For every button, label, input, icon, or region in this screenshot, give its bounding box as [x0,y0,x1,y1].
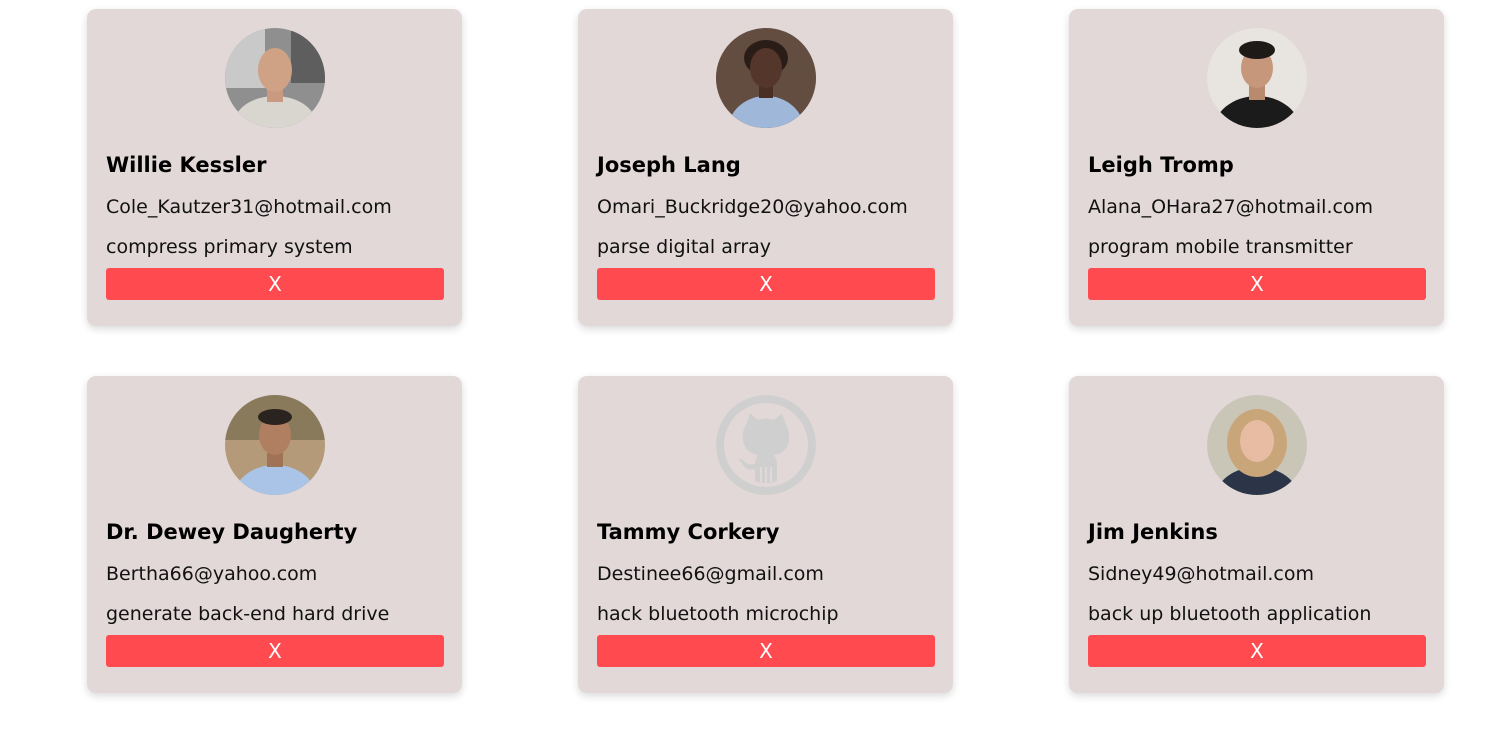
user-name: Dr. Dewey Daugherty [106,520,358,544]
github-icon [715,395,816,495]
avatar-photo [1206,395,1307,495]
user-card: Dr. Dewey Daugherty Bertha66@yahoo.com g… [87,376,462,693]
user-email: Omari_Buckridge20@yahoo.com [597,196,908,218]
user-name: Willie Kessler [106,153,267,177]
user-card-grid: X X X [87,0,1444,693]
user-email: Cole_Kautzer31@hotmail.com [106,196,392,218]
user-email: Bertha66@yahoo.com [106,563,318,585]
user-description: back up bluetooth application [1088,603,1372,625]
avatar-photo [715,28,816,128]
user-email: Alana_OHara27@hotmail.com [1088,196,1374,218]
user-name: Joseph Lang [597,153,741,177]
avatar-photo [1206,28,1307,128]
user-description: compress primary system [106,236,353,258]
user-card: Jim Jenkins Sidney49@hotmail.com back up… [1069,376,1444,693]
user-card: Joseph Lang Omari_Buckridge20@yahoo.com … [578,9,953,326]
user-name: Jim Jenkins [1088,520,1218,544]
user-description: parse digital array [597,236,772,258]
user-card: Leigh Tromp Alana_OHara27@hotmail.com pr… [1069,9,1444,326]
avatar-photo [224,395,325,495]
user-name: Leigh Tromp [1088,153,1234,177]
user-description: program mobile transmitter [1088,236,1353,258]
delete-button[interactable]: X [597,268,935,300]
delete-button[interactable]: X [106,268,444,300]
delete-button[interactable]: X [1088,635,1426,667]
user-name: Tammy Corkery [597,520,780,544]
delete-button[interactable]: X [597,635,935,667]
user-email: Destinee66@gmail.com [597,563,824,585]
delete-button[interactable]: X [106,635,444,667]
avatar-photo [224,28,325,128]
user-card-list-page: X X X [0,0,1487,737]
user-email: Sidney49@hotmail.com [1088,563,1314,585]
user-description: generate back-end hard drive [106,603,390,625]
user-card: Willie Kessler Cole_Kautzer31@hotmail.co… [87,9,462,326]
delete-button[interactable]: X [1088,268,1426,300]
user-description: hack bluetooth microchip [597,603,839,625]
user-card: Tammy Corkery Destinee66@gmail.com hack … [578,376,953,693]
